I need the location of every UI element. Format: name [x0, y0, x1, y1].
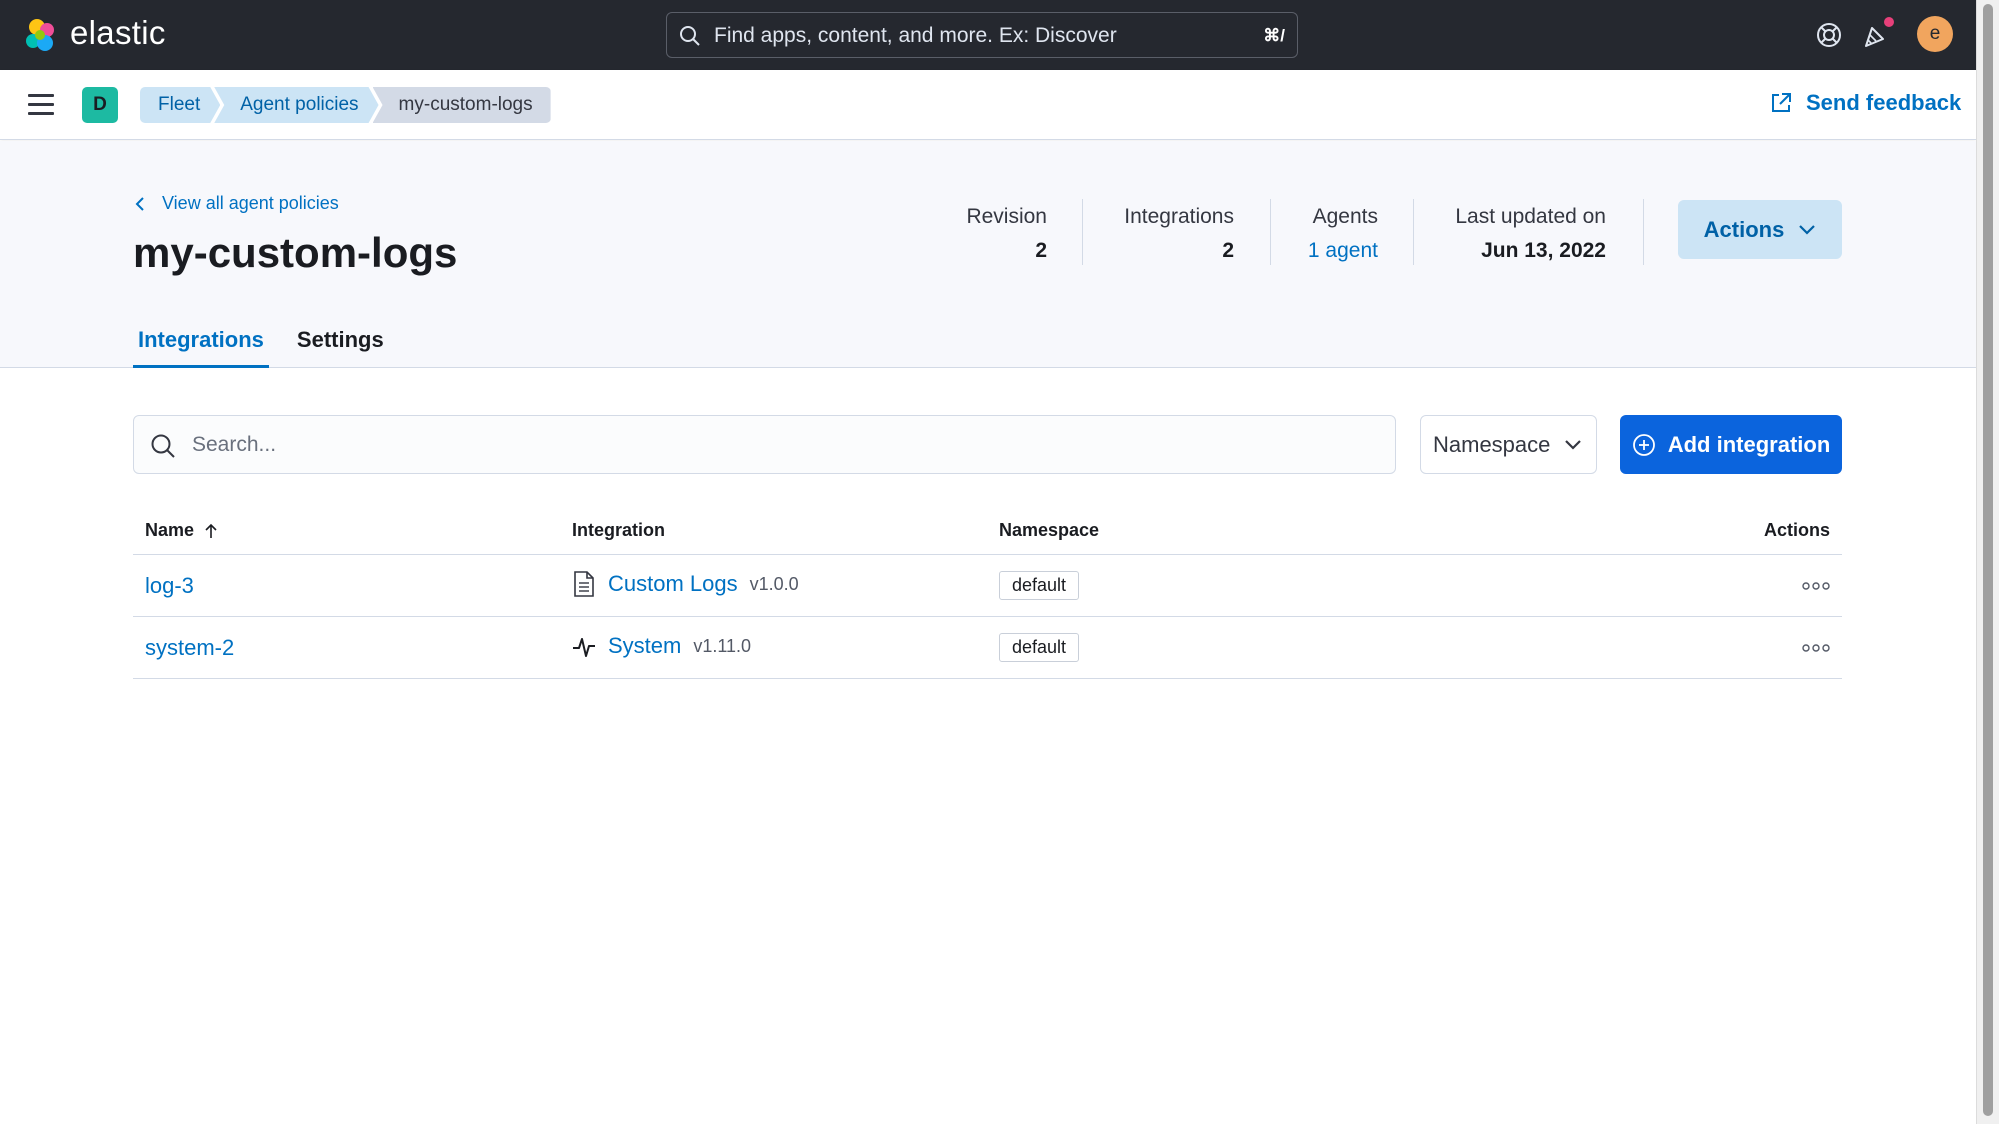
stat-revision-value: 2: [1035, 239, 1047, 262]
column-name-header[interactable]: Name: [145, 520, 220, 541]
stat-integrations-label: Integrations: [1124, 205, 1234, 228]
integration-cell: Custom Logs v1.0.0: [572, 570, 799, 598]
integrations-table: Name Integration Namespace Actions log-3…: [133, 510, 1842, 679]
column-name-label: Name: [145, 520, 195, 540]
pulse-icon: [573, 638, 595, 657]
namespace-filter-button[interactable]: Namespace: [1420, 415, 1597, 474]
integration-version: v1.11.0: [693, 635, 752, 656]
policy-name-link[interactable]: log-3: [145, 573, 194, 599]
policy-name-link[interactable]: system-2: [145, 635, 234, 661]
add-integration-button[interactable]: Add integration: [1620, 415, 1842, 474]
integration-link[interactable]: Custom Logs: [608, 571, 738, 597]
tab-integrations[interactable]: Integrations: [133, 327, 269, 368]
send-feedback-link[interactable]: Send feedback: [1770, 90, 1961, 116]
table-row: log-3 Custom Logs v1.0.0 default: [133, 555, 1842, 617]
breadcrumb-current: my-custom-logs: [372, 87, 551, 123]
integration-version: v1.0.0: [749, 573, 799, 594]
stat-revision: Revision 2: [930, 205, 1047, 275]
table-row: system-2 System v1.11.0 default: [133, 617, 1842, 679]
row-actions-menu-icon[interactable]: [1802, 643, 1830, 653]
notification-dot: [1882, 15, 1896, 29]
scrollbar-thumb[interactable]: [1983, 4, 1993, 1116]
menu-toggle-icon[interactable]: [28, 94, 54, 116]
page-title: my-custom-logs: [133, 229, 458, 276]
plus-in-circle-icon: [1632, 433, 1655, 456]
stat-integrations: Integrations 2: [1100, 205, 1234, 275]
chevron-left-icon: [135, 196, 144, 211]
namespace-badge: default: [999, 633, 1080, 662]
integration-cell: System v1.11.0: [572, 632, 751, 660]
stat-updated-value: Jun 13, 2022: [1481, 239, 1606, 262]
help-icon[interactable]: [1813, 19, 1845, 51]
breadcrumb-bar: D Fleet Agent policies my-custom-logs Se…: [0, 70, 1976, 140]
breadcrumb-agent-policies[interactable]: Agent policies: [214, 87, 378, 123]
back-to-policies-link[interactable]: View all agent policies: [134, 193, 339, 214]
divider: [1643, 199, 1644, 265]
external-link-icon: [1772, 93, 1791, 112]
divider: [1270, 199, 1271, 265]
user-avatar[interactable]: e: [1917, 16, 1953, 52]
integrations-search-input[interactable]: Search...: [133, 415, 1396, 474]
namespace-badge: default: [999, 571, 1080, 600]
elastic-logo-icon[interactable]: [22, 16, 60, 54]
column-namespace-header: Namespace: [999, 520, 1100, 540]
top-header: elastic Find apps, content, and more. Ex…: [0, 0, 1976, 70]
table-header: Name Integration Namespace Actions: [133, 510, 1842, 555]
global-search-placeholder: Find apps, content, and more. Ex: Discov…: [714, 24, 1117, 47]
divider: [1082, 199, 1083, 265]
back-link-label: View all agent policies: [162, 193, 339, 213]
sort-ascending-icon: [205, 523, 217, 538]
chevron-down-icon: [1799, 224, 1816, 235]
stat-integrations-value: 2: [1222, 239, 1234, 262]
policy-tabs: Integrations Settings: [133, 327, 412, 368]
send-feedback-label: Send feedback: [1806, 90, 1962, 115]
column-actions-header: Actions: [1763, 520, 1830, 540]
actions-label: Actions: [1703, 216, 1785, 242]
stat-updated-label: Last updated on: [1455, 205, 1606, 228]
vertical-scrollbar[interactable]: [1976, 0, 1999, 1124]
search-placeholder: Search...: [192, 433, 277, 456]
tab-settings[interactable]: Settings: [292, 327, 389, 368]
stat-revision-label: Revision: [966, 205, 1047, 228]
divider: [1413, 199, 1414, 265]
add-integration-label: Add integration: [1667, 431, 1831, 457]
space-avatar[interactable]: D: [82, 87, 118, 123]
search-icon: [151, 434, 175, 458]
integration-link[interactable]: System: [608, 633, 681, 659]
keyboard-shortcut: ⌘/: [1263, 26, 1285, 45]
chevron-down-icon: [1565, 439, 1582, 450]
search-icon: [680, 26, 700, 46]
document-icon: [574, 571, 594, 597]
breadcrumb-fleet[interactable]: Fleet: [140, 87, 220, 123]
policy-header: View all agent policies my-custom-logs R…: [0, 141, 1976, 368]
column-integration-header: Integration: [572, 520, 665, 540]
agents-count-link[interactable]: 1 agent: [1290, 239, 1378, 263]
row-actions-menu-icon[interactable]: [1802, 581, 1830, 591]
brand-name[interactable]: elastic: [70, 14, 166, 52]
namespace-filter-label: Namespace: [1433, 431, 1551, 457]
breadcrumb: Fleet Agent policies my-custom-logs: [140, 87, 551, 123]
stat-agents-label: Agents: [1312, 205, 1378, 228]
global-search-input[interactable]: Find apps, content, and more. Ex: Discov…: [666, 12, 1298, 58]
stat-agents: Agents 1 agent: [1290, 205, 1378, 275]
stat-last-updated: Last updated on Jun 13, 2022: [1430, 205, 1606, 275]
actions-button[interactable]: Actions: [1678, 200, 1842, 259]
